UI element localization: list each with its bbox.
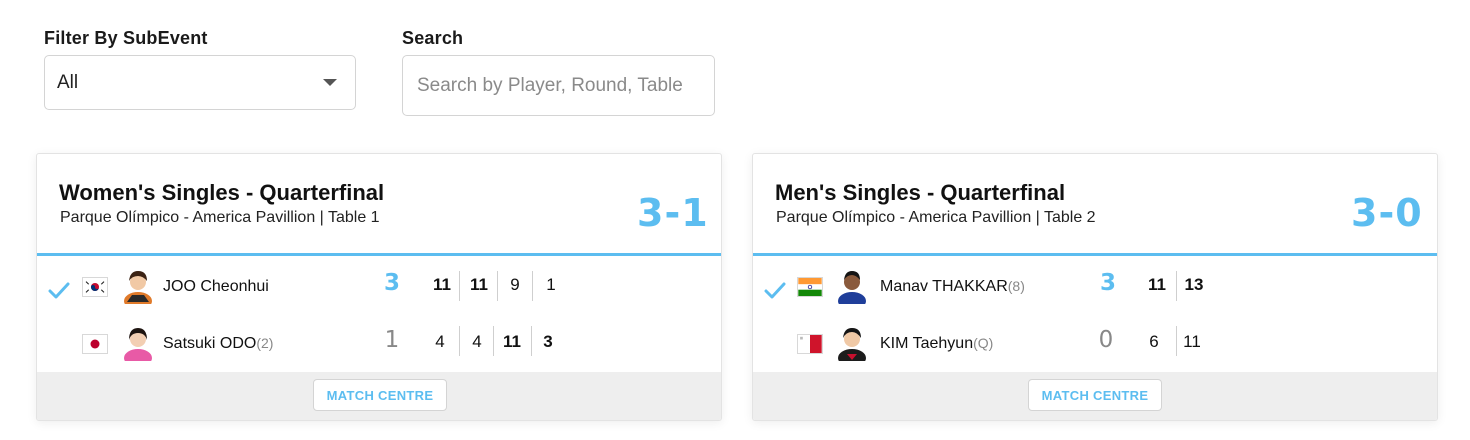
subevent-select[interactable]: All <box>44 55 356 110</box>
game-score: 11 <box>470 275 488 294</box>
match-card: Men's Singles - Quarterfinal Parque Olím… <box>752 153 1438 421</box>
match-card: Women's Singles - Quarterfinal Parque Ol… <box>36 153 722 421</box>
player-name: Satsuki ODO(2) <box>163 335 274 352</box>
match-card-footer: MATCH CENTRE <box>37 372 721 420</box>
game-score: 11 <box>1183 332 1201 351</box>
winner-check-icon <box>764 282 786 299</box>
malta-flag-icon <box>797 334 823 354</box>
south-korea-flag-icon <box>82 277 108 297</box>
game-divider <box>459 326 460 356</box>
search-label: Search <box>402 28 464 48</box>
player-row: KIM Taehyun(Q) 0 6 11 <box>753 324 1437 374</box>
player-match-total: 3 <box>383 270 400 296</box>
match-score: 3-0 <box>1351 191 1423 235</box>
game-score: 13 <box>1184 275 1204 294</box>
search-input[interactable] <box>417 74 714 97</box>
player-row: Satsuki ODO(2) 1 4 4 11 3 <box>37 324 721 374</box>
player-row: Manav THAKKAR(8) 3 11 13 <box>753 267 1437 317</box>
player-avatar <box>838 328 866 361</box>
player-row: JOO Cheonhui 3 11 11 9 1 <box>37 267 721 317</box>
search-filter: Search <box>402 28 715 116</box>
game-score: 3 <box>543 332 553 351</box>
match-venue: Parque Olímpico - America Pavillion | Ta… <box>776 209 1096 226</box>
player-seed: (8) <box>1007 278 1025 294</box>
game-score: 9 <box>510 275 520 294</box>
game-divider <box>531 326 532 356</box>
game-score: 11 <box>1148 275 1166 294</box>
player-name: Manav THAKKAR(8) <box>880 278 1025 295</box>
game-divider <box>1176 271 1177 301</box>
game-divider <box>459 271 460 301</box>
india-flag-icon <box>797 277 823 297</box>
game-score: 1 <box>546 275 556 294</box>
game-score: 11 <box>433 275 451 294</box>
player-seed: (Q) <box>973 335 994 351</box>
match-title: Women's Singles - Quarterfinal <box>59 180 385 205</box>
game-divider <box>497 271 498 301</box>
subevent-filter: Filter By SubEvent All <box>44 28 356 110</box>
search-field[interactable] <box>402 55 715 116</box>
match-venue: Parque Olímpico - America Pavillion | Ta… <box>60 209 380 226</box>
game-score: 11 <box>503 332 521 351</box>
player-seed: (2) <box>256 335 274 351</box>
subevent-select-value: All <box>57 71 79 93</box>
game-score: 4 <box>435 332 445 351</box>
player-name: JOO Cheonhui <box>163 278 269 295</box>
player-match-total: 0 <box>1098 327 1114 353</box>
game-divider <box>493 326 494 356</box>
game-score: 6 <box>1149 332 1159 351</box>
player-avatar <box>124 328 152 361</box>
match-title: Men's Singles - Quarterfinal <box>775 180 1066 205</box>
match-centre-button[interactable]: MATCH CENTRE <box>1028 379 1162 411</box>
japan-flag-icon <box>82 334 108 354</box>
game-score: 4 <box>472 332 482 351</box>
player-avatar <box>838 271 866 304</box>
match-centre-button[interactable]: MATCH CENTRE <box>313 379 447 411</box>
match-card-footer: MATCH CENTRE <box>753 372 1437 420</box>
winner-check-icon <box>48 282 70 299</box>
player-name: KIM Taehyun(Q) <box>880 335 994 352</box>
match-card-header: Men's Singles - Quarterfinal Parque Olím… <box>753 154 1437 256</box>
match-card-header: Women's Singles - Quarterfinal Parque Ol… <box>37 154 721 256</box>
game-divider <box>532 271 533 301</box>
player-avatar <box>124 271 152 304</box>
subevent-filter-label: Filter By SubEvent <box>44 28 208 48</box>
player-match-total: 3 <box>1099 270 1116 296</box>
match-score: 3-1 <box>637 191 709 235</box>
player-match-total: 1 <box>384 327 400 353</box>
chevron-down-icon <box>323 79 337 86</box>
